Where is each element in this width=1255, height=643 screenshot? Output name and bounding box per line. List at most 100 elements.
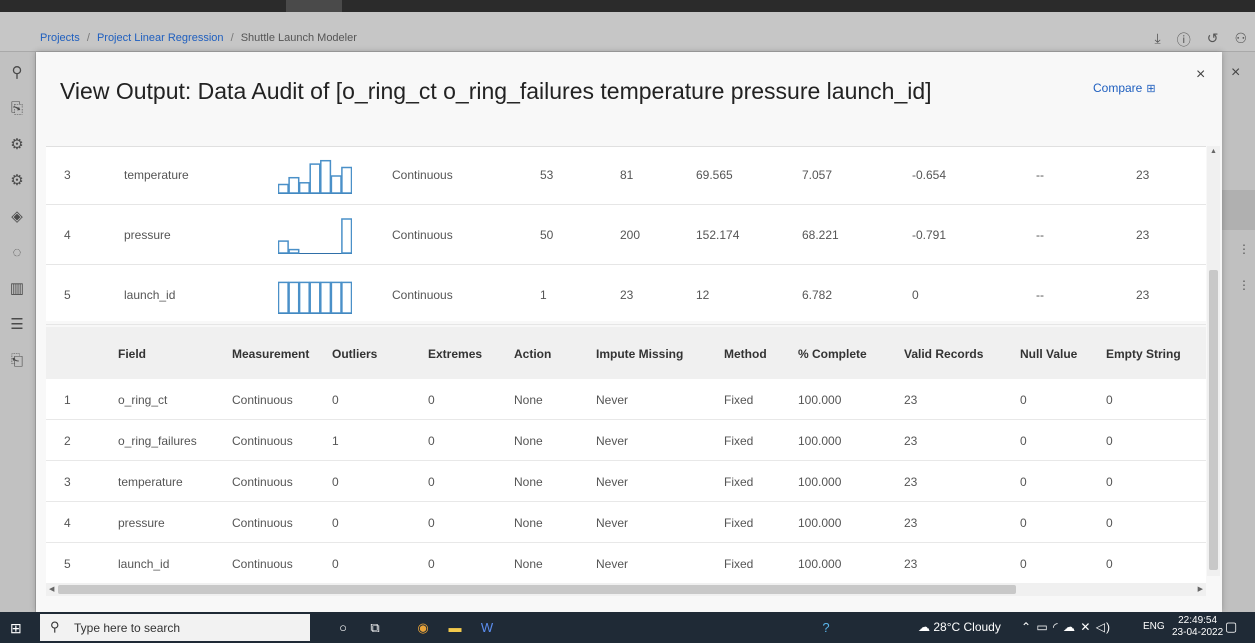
table-cell: 0 — [428, 393, 435, 407]
notification-icon[interactable]: ▢ — [1225, 619, 1237, 635]
table-cell: Continuous — [232, 475, 293, 489]
left-sidebar: ⚲ ⎘ ⚙ ⚙ ◈ ◌ ▥ ☰ ⎗ — [0, 52, 36, 612]
scrollbar-thumb[interactable] — [58, 585, 1016, 594]
gear-icon[interactable]: ⚙ — [6, 170, 28, 192]
import-icon[interactable]: ⎘ — [6, 98, 28, 120]
table-cell: Fixed — [724, 516, 754, 530]
table-cell: o_ring_failures — [118, 434, 197, 448]
valid-cell: 23 — [1136, 168, 1150, 182]
table-cell: 0 — [1020, 557, 1027, 571]
list-icon[interactable]: ☰ — [6, 314, 28, 336]
table-cell: 0 — [1106, 434, 1113, 448]
file-explorer-icon[interactable]: ▬ — [444, 617, 466, 639]
history-icon[interactable]: ↺ — [1207, 30, 1219, 50]
audit-row: 3 temperature Continuous 53 81 69.565 7.057 -0.… — [46, 147, 1206, 205]
download-icon[interactable]: ⤓ — [1155, 30, 1161, 50]
more-options-icon[interactable]: ⋮ — [1238, 278, 1250, 292]
modal-title: View Output: Data Audit of [o_ring_ct o_… — [60, 78, 932, 104]
info-icon[interactable]: ⓘ — [1177, 30, 1191, 50]
close-icon[interactable]: × — [1231, 64, 1240, 82]
histogram-bar — [288, 281, 300, 314]
scrollbar-thumb[interactable] — [1209, 270, 1218, 570]
histogram-bar — [309, 163, 321, 194]
breadcrumb-project[interactable]: Project Linear Regression — [97, 32, 224, 44]
histogram-thumbnail[interactable] — [278, 218, 352, 254]
app-header: Projects / Project Linear Regression / S… — [0, 12, 1255, 52]
clock[interactable]: 22:49:54 23-04-2022 — [1172, 615, 1223, 639]
table-cell: 0 — [1020, 516, 1027, 530]
std-dev-cell: 68.221 — [802, 228, 839, 242]
column-header[interactable]: Null Value — [1020, 347, 1077, 361]
vertical-scrollbar[interactable]: ▲ — [1207, 146, 1220, 576]
table-row: 3 temperature Continuous 0 0 None Never Fixed 10… — [46, 461, 1206, 502]
table-cell: Continuous — [232, 393, 293, 407]
table-cell: Fixed — [724, 475, 754, 489]
settings-icon[interactable]: ⚙ — [6, 134, 28, 156]
column-header[interactable]: Empty String — [1106, 347, 1181, 361]
table-cell: pressure — [118, 516, 165, 530]
column-header[interactable]: Action — [514, 347, 551, 361]
table-cell: None — [514, 557, 543, 571]
chart-icon[interactable]: ▥ — [6, 278, 28, 300]
column-header[interactable]: Impute Missing — [596, 347, 683, 361]
column-header[interactable]: Extremes — [428, 347, 482, 361]
column-header[interactable]: Valid Records — [904, 347, 983, 361]
task-view-icon[interactable]: ⧉ — [364, 617, 386, 639]
cortana-icon[interactable]: ○ — [332, 617, 354, 639]
table-cell: Never — [596, 434, 629, 448]
breadcrumb-projects[interactable]: Projects — [40, 32, 80, 44]
row-number: 5 — [64, 288, 71, 302]
table-cell: Fixed — [724, 393, 754, 407]
row-number: 4 — [64, 228, 71, 242]
scroll-right-icon[interactable]: ▶ — [1198, 585, 1203, 593]
mean-cell: 152.174 — [696, 228, 740, 242]
histogram-bar — [341, 166, 352, 194]
user-group-icon[interactable]: ⚇ — [1234, 30, 1247, 50]
histogram-bar — [278, 183, 289, 194]
column-header[interactable]: % Complete — [798, 347, 867, 361]
histogram-thumbnail[interactable] — [278, 278, 352, 314]
weather-text: 28°C Cloudy — [933, 620, 1001, 634]
horizontal-scrollbar[interactable]: ◀ ▶ — [46, 583, 1206, 596]
windows-start-icon[interactable]: ⊞ — [10, 620, 22, 637]
field-name: launch_id — [124, 288, 176, 302]
scroll-up-icon[interactable]: ▲ — [1210, 148, 1217, 155]
scroll-left-icon[interactable]: ◀ — [49, 585, 54, 593]
model-icon[interactable]: ◈ — [6, 206, 28, 228]
unique-cell: -- — [1036, 168, 1044, 182]
weather[interactable]: ☁ 28°C Cloudy — [918, 620, 1001, 634]
search-icon[interactable]: ⚲ — [6, 62, 28, 84]
system-tray[interactable]: ⌃ ▭ ◜ ☁ ✕ ◁) — [1021, 620, 1111, 634]
close-icon[interactable]: × — [1196, 66, 1205, 84]
column-header[interactable]: Field — [118, 347, 146, 361]
help-icon[interactable]: ? — [815, 617, 837, 639]
breadcrumb-current: Shuttle Launch Modeler — [240, 32, 357, 44]
table-cell: 23 — [904, 475, 918, 489]
compare-button[interactable]: Compare ⊞ — [1093, 81, 1156, 95]
column-header[interactable]: Measurement — [232, 347, 309, 361]
word-icon[interactable]: W — [476, 617, 498, 639]
taskbar-search[interactable]: ⚲ Type here to search — [40, 614, 310, 641]
chat-icon[interactable]: ◌ — [6, 242, 28, 264]
table-cell: None — [514, 516, 543, 530]
table-header: Field Measurement Outliers Extremes Action Im… — [46, 327, 1206, 379]
column-header[interactable]: Outliers — [332, 347, 377, 361]
table-cell: 0 — [332, 393, 339, 407]
table-cell: 0 — [1106, 557, 1113, 571]
histogram-thumbnail[interactable] — [278, 158, 352, 194]
search-icon: ⚲ — [50, 619, 60, 634]
table-cell: Never — [596, 393, 629, 407]
chrome-icon[interactable]: ◉ — [412, 617, 434, 639]
table-cell: 100.000 — [798, 393, 842, 407]
language-indicator[interactable]: ENG — [1143, 621, 1165, 632]
table-cell: 0 — [428, 434, 435, 448]
export-icon[interactable]: ⎗ — [6, 350, 28, 372]
audit-row: 5 launch_id Continuous 1 23 12 6.782 0 -- 23 — [46, 267, 1206, 325]
column-header[interactable]: Method — [724, 347, 767, 361]
table-cell: 0 — [1106, 516, 1113, 530]
valid-cell: 23 — [1136, 288, 1150, 302]
table-cell: 23 — [904, 393, 918, 407]
more-options-icon[interactable]: ⋮ — [1238, 242, 1250, 256]
skewness-cell: -0.791 — [912, 228, 947, 242]
browser-tab[interactable] — [286, 0, 342, 12]
